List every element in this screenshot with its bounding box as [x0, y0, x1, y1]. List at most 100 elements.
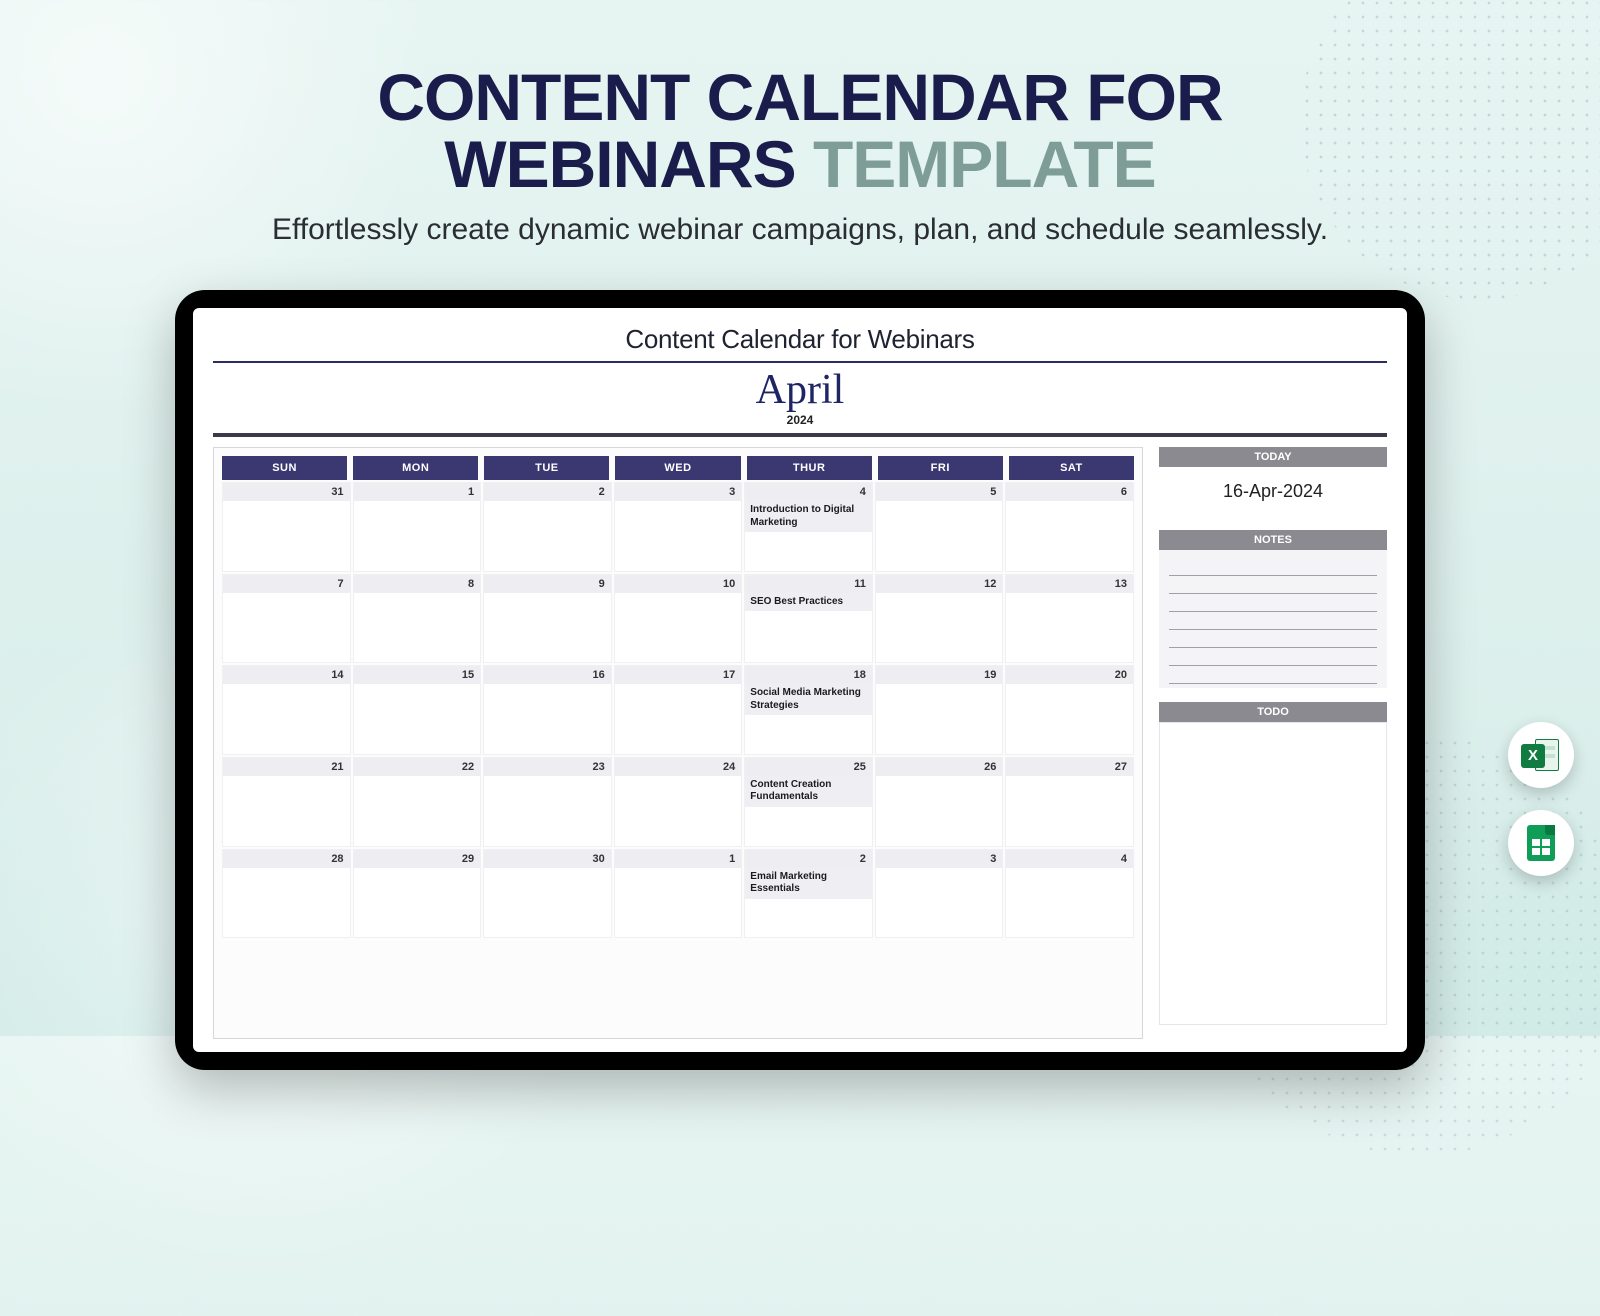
sidebar-today: TODAY 16-Apr-2024	[1159, 447, 1387, 516]
calendar-cell[interactable]: 22	[353, 757, 482, 847]
hero-header: CONTENT CALENDAR FOR WEBINARS TEMPLATE E…	[0, 0, 1600, 247]
calendar-cell[interactable]: 6	[1005, 482, 1134, 572]
calendar-cell[interactable]: 11SEO Best Practices	[744, 574, 873, 664]
calendar-event[interactable]: Content Creation Fundamentals	[745, 776, 872, 807]
calendar-cell[interactable]: 2	[483, 482, 612, 572]
calendar-date-number: 27	[1006, 758, 1133, 776]
calendar-cell[interactable]: 31	[222, 482, 351, 572]
calendar-cell[interactable]: 29	[353, 849, 482, 939]
calendar-cell[interactable]: 1	[353, 482, 482, 572]
note-line	[1169, 612, 1377, 630]
divider-thick	[213, 433, 1387, 437]
calendar-cell[interactable]: 17	[614, 665, 743, 755]
note-line	[1169, 594, 1377, 612]
day-header-thur: THUR	[747, 456, 872, 480]
tablet-frame: Content Calendar for Webinars April 2024…	[175, 290, 1425, 1070]
calendar-cell[interactable]: 9	[483, 574, 612, 664]
calendar-date-number: 2	[484, 483, 611, 501]
calendar-cell[interactable]: 21	[222, 757, 351, 847]
calendar-cell[interactable]: 4Introduction to Digital Marketing	[744, 482, 873, 572]
calendar-date-number: 29	[354, 850, 481, 868]
calendar-date-number: 25	[745, 758, 872, 776]
calendar-cell[interactable]: 1	[614, 849, 743, 939]
calendar-date-number: 14	[223, 666, 350, 684]
calendar-date-number: 4	[1006, 850, 1133, 868]
sidebar-notes-label: NOTES	[1159, 530, 1387, 550]
calendar-cell[interactable]: 15	[353, 665, 482, 755]
calendar-event[interactable]: Email Marketing Essentials	[745, 868, 872, 899]
notes-body[interactable]	[1159, 550, 1387, 688]
calendar-cell[interactable]: 13	[1005, 574, 1134, 664]
day-header-wed: WED	[615, 456, 740, 480]
calendar-cell[interactable]: 16	[483, 665, 612, 755]
calendar-cell[interactable]: 30	[483, 849, 612, 939]
calendar-date-number: 6	[1006, 483, 1133, 501]
calendar-date-number: 9	[484, 575, 611, 593]
calendar-date-number: 3	[615, 483, 742, 501]
calendar-cell[interactable]: 4	[1005, 849, 1134, 939]
calendar-event[interactable]: Social Media Marketing Strategies	[745, 684, 872, 715]
tablet-screen: Content Calendar for Webinars April 2024…	[193, 308, 1407, 1052]
month-label: April	[213, 369, 1387, 411]
calendar-cell[interactable]: 3	[875, 849, 1004, 939]
calendar-cell[interactable]: 24	[614, 757, 743, 847]
calendar-cell[interactable]: 18Social Media Marketing Strategies	[744, 665, 873, 755]
calendar-cell[interactable]: 14	[222, 665, 351, 755]
google-sheets-icon	[1521, 823, 1561, 863]
title-line-2a: WEBINARS	[444, 127, 813, 201]
calendar-week: 2122232425Content Creation Fundamentals2…	[222, 757, 1134, 847]
sidebar-notes: NOTES	[1159, 530, 1387, 688]
calendar-date-number: 10	[615, 575, 742, 593]
day-header-sun: SUN	[222, 456, 347, 480]
note-line	[1169, 558, 1377, 576]
calendar-cell[interactable]: 25Content Creation Fundamentals	[744, 757, 873, 847]
calendar-date-number: 31	[223, 483, 350, 501]
calendar-event[interactable]: SEO Best Practices	[745, 593, 872, 612]
excel-icon-pill[interactable]: X	[1508, 722, 1574, 788]
calendar-cell[interactable]: 7	[222, 574, 351, 664]
note-line	[1169, 576, 1377, 594]
calendar-day-header-row: SUN MON TUE WED THUR FRI SAT	[222, 456, 1134, 480]
calendar-date-number: 18	[745, 666, 872, 684]
calendar-event[interactable]: Introduction to Digital Marketing	[745, 501, 872, 532]
app-icons: X	[1508, 722, 1574, 876]
calendar-cell[interactable]: 12	[875, 574, 1004, 664]
calendar-week: 1415161718Social Media Marketing Strateg…	[222, 665, 1134, 755]
calendar-date-number: 19	[876, 666, 1003, 684]
calendar-week: 311234Introduction to Digital Marketing5…	[222, 482, 1134, 572]
calendar-date-number: 1	[354, 483, 481, 501]
sidebar-todo-label: TODO	[1159, 702, 1387, 722]
day-header-tue: TUE	[484, 456, 609, 480]
calendar-cell[interactable]: 28	[222, 849, 351, 939]
calendar-cell[interactable]: 2Email Marketing Essentials	[744, 849, 873, 939]
calendar-date-number: 23	[484, 758, 611, 776]
day-header-fri: FRI	[878, 456, 1003, 480]
calendar-cell[interactable]: 26	[875, 757, 1004, 847]
note-line	[1169, 666, 1377, 684]
document-header: Content Calendar for Webinars April 2024	[213, 324, 1387, 437]
calendar-cell[interactable]: 19	[875, 665, 1004, 755]
google-sheets-icon-pill[interactable]	[1508, 810, 1574, 876]
note-line	[1169, 630, 1377, 648]
year-label: 2024	[213, 413, 1387, 427]
calendar-date-number: 30	[484, 850, 611, 868]
calendar-date-number: 24	[615, 758, 742, 776]
calendar-date-number: 7	[223, 575, 350, 593]
calendar-date-number: 20	[1006, 666, 1133, 684]
calendar-cell[interactable]: 8	[353, 574, 482, 664]
calendar-date-number: 1	[615, 850, 742, 868]
calendar-cell[interactable]: 20	[1005, 665, 1134, 755]
calendar-date-number: 28	[223, 850, 350, 868]
calendar-cell[interactable]: 10	[614, 574, 743, 664]
document-title: Content Calendar for Webinars	[213, 324, 1387, 355]
calendar-date-number: 5	[876, 483, 1003, 501]
calendar-cell[interactable]: 3	[614, 482, 743, 572]
calendar-cell[interactable]: 27	[1005, 757, 1134, 847]
sidebar-today-label: TODAY	[1159, 447, 1387, 467]
calendar-cell[interactable]: 5	[875, 482, 1004, 572]
todo-body[interactable]	[1159, 722, 1387, 1025]
calendar-cell[interactable]: 23	[483, 757, 612, 847]
calendar-date-number: 16	[484, 666, 611, 684]
calendar-date-number: 12	[876, 575, 1003, 593]
calendar-date-number: 2	[745, 850, 872, 868]
